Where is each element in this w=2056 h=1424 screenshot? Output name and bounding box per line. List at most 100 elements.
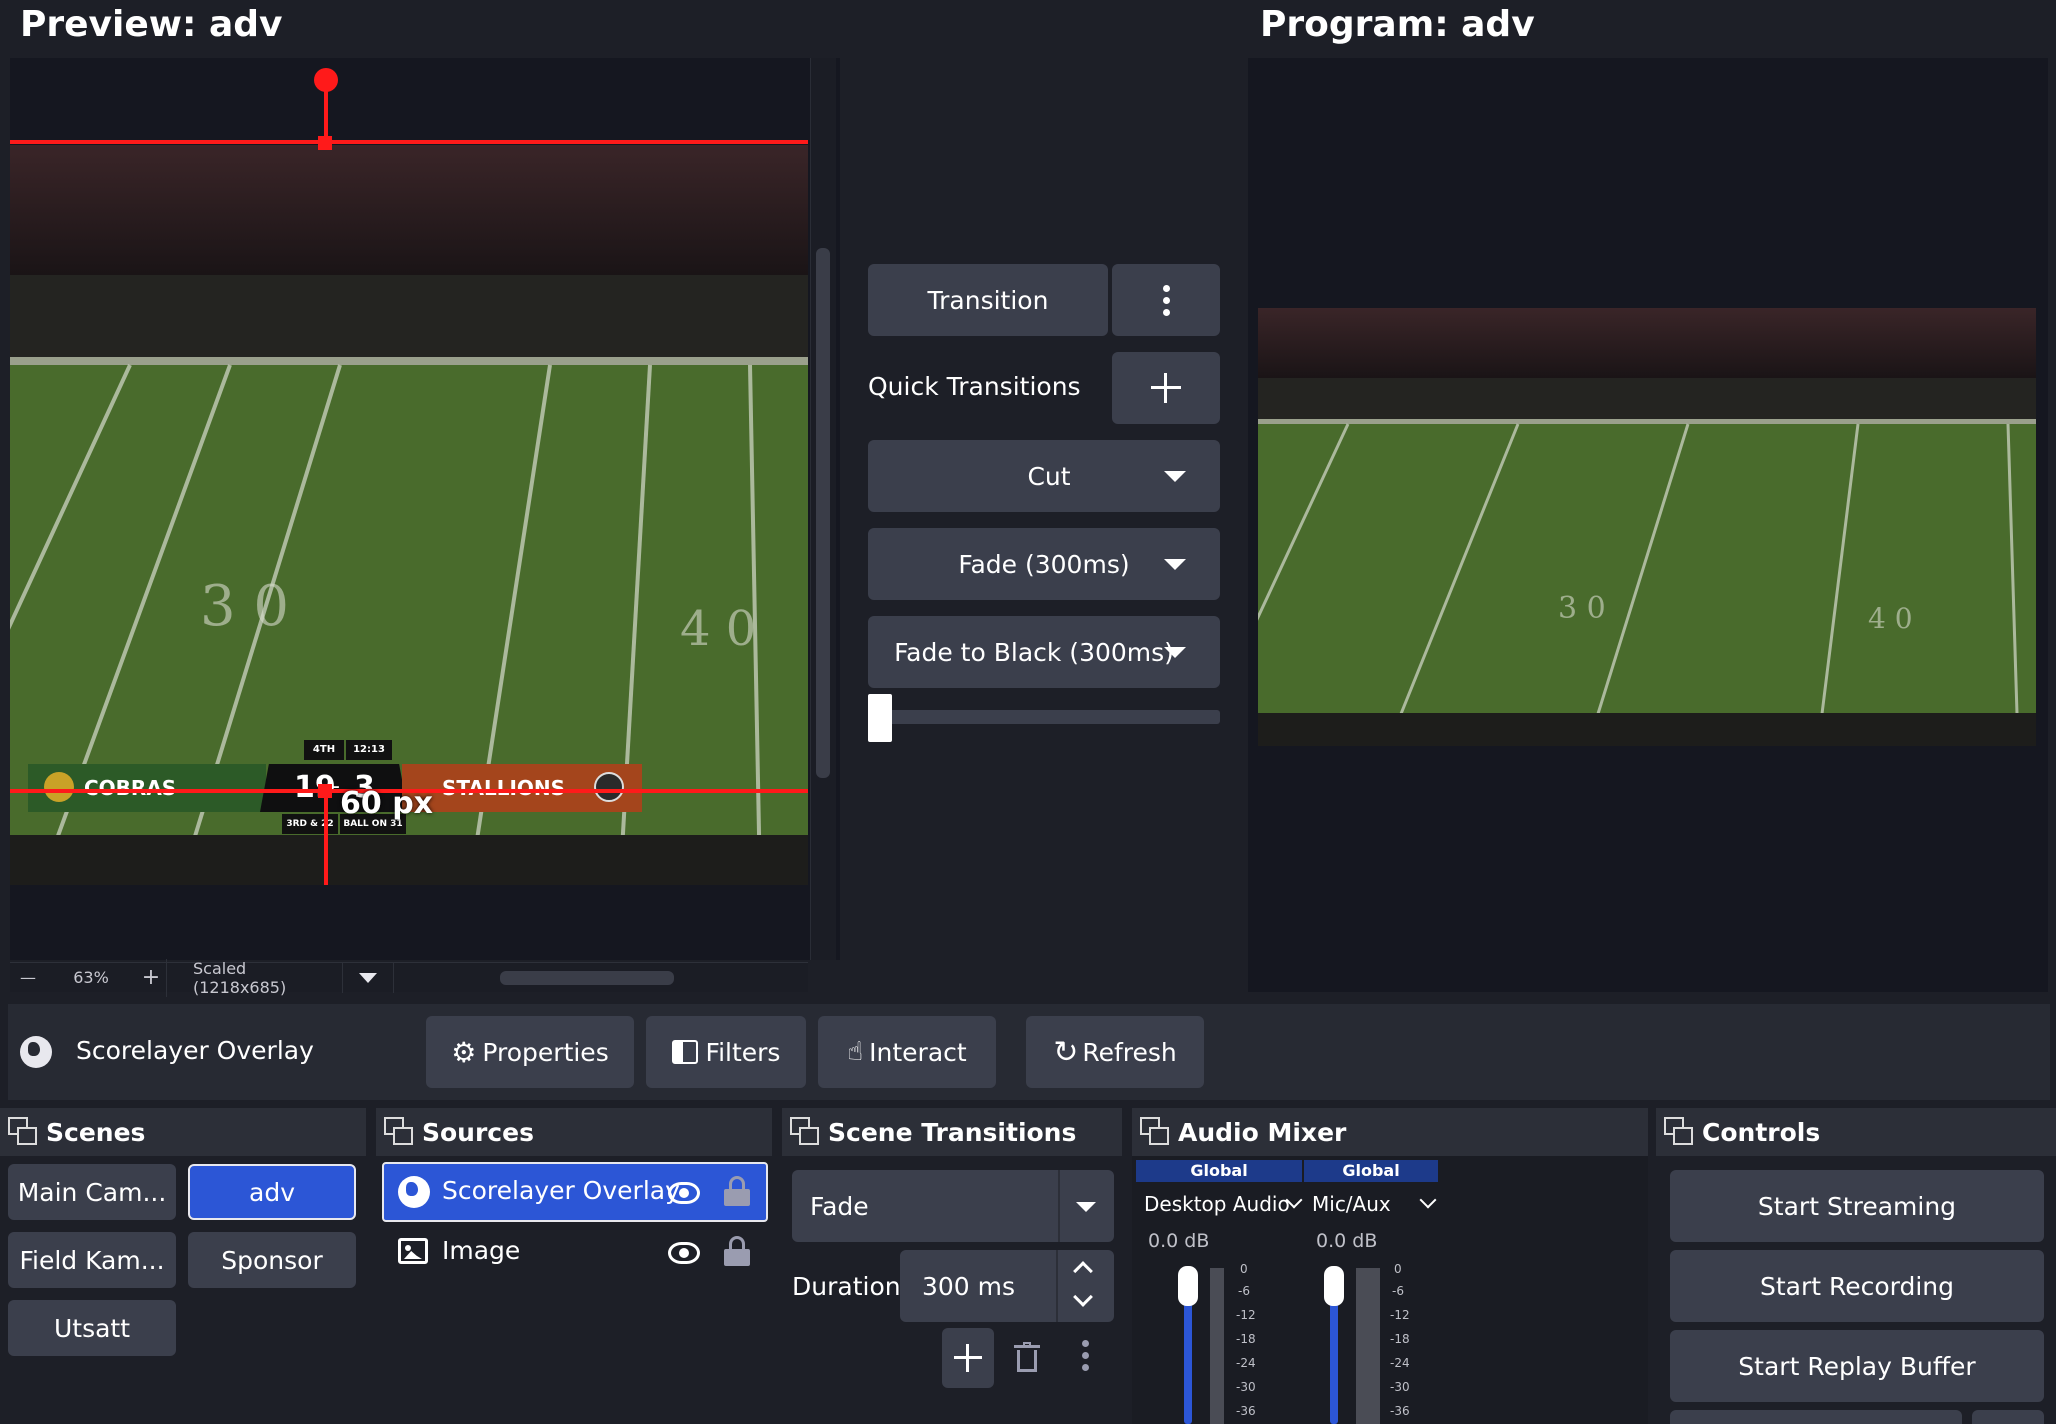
quick-transition-cut[interactable]: Cut	[868, 440, 1220, 512]
quick-transition-label: Fade (300ms)	[958, 549, 1130, 579]
meter-tick: -12	[1236, 1308, 1256, 1322]
scene-item-field-kam[interactable]: Field Kam...	[8, 1232, 176, 1288]
distance-label: 60 px	[340, 786, 434, 821]
bottom-guide-stem	[324, 791, 328, 885]
start-streaming-button[interactable]: Start Streaming	[1670, 1170, 2044, 1242]
zoom-out-button[interactable]: —	[10, 968, 46, 987]
lock-icon[interactable]	[724, 1176, 750, 1206]
transition-type-select[interactable]: Fade	[792, 1170, 1114, 1242]
meter-scale: 0 -6 -12 -18 -24 -30 -36	[1232, 1262, 1262, 1422]
preview-vertical-scroll-thumb[interactable]	[816, 248, 830, 778]
program-canvas: 3 0 4 0	[1248, 58, 2048, 992]
meter-tick: -18	[1390, 1332, 1410, 1346]
score-dash: -	[332, 774, 340, 799]
meter-tick: -36	[1236, 1404, 1256, 1418]
scene-label: Utsatt	[53, 1313, 131, 1343]
audio-channel-name: Desktop Audio	[1144, 1192, 1290, 1216]
duration-spinbox[interactable]: 300 ms	[900, 1250, 1114, 1322]
preview-canvas[interactable]: 3 0 4 0 4TH 12:13 COBRAS 19 - 3 STALLION…	[10, 58, 840, 960]
visibility-eye-icon[interactable]	[668, 1242, 700, 1264]
scene-item-main-cam[interactable]: Main Cam...	[8, 1164, 176, 1220]
program-field-image: 3 0 4 0	[1258, 308, 2036, 746]
plus-icon	[954, 1344, 982, 1372]
scale-mode-dropdown[interactable]	[342, 962, 394, 993]
virtual-camera-button[interactable]	[1670, 1410, 1962, 1424]
start-recording-button[interactable]: Start Recording	[1670, 1250, 2044, 1322]
preview-title: Preview: adv	[20, 4, 283, 45]
svg-text:4 0: 4 0	[1868, 602, 1913, 635]
hand-pointer-icon: ☝	[847, 1037, 864, 1067]
source-item-image[interactable]	[382, 1222, 768, 1282]
quick-transition-fade-to-black[interactable]: Fade to Black (300ms)	[868, 616, 1220, 688]
scale-mode-label: Scaled (1218x685)	[166, 958, 342, 997]
scene-label: Sponsor	[221, 1245, 323, 1275]
level-meter	[1210, 1268, 1224, 1424]
virtual-camera-settings-button[interactable]	[1972, 1410, 2044, 1424]
meter-tick: -12	[1390, 1308, 1410, 1322]
interact-button[interactable]: ☝ Interact	[818, 1016, 996, 1088]
meter-tick: -24	[1236, 1356, 1256, 1370]
meter-tick: -6	[1392, 1284, 1404, 1298]
visibility-eye-icon[interactable]	[668, 1182, 700, 1204]
add-quick-transition-button[interactable]	[1112, 352, 1220, 424]
source-globe-icon	[20, 1036, 52, 1068]
audio-channel-db: 0.0 dB	[1148, 1230, 1210, 1252]
dock-icon	[8, 1117, 38, 1147]
add-transition-button[interactable]	[942, 1328, 994, 1388]
interact-label: Interact	[869, 1037, 967, 1067]
audio-channel-badge: Global	[1304, 1160, 1438, 1182]
lock-icon[interactable]	[724, 1236, 750, 1266]
duration-value: 300 ms	[922, 1271, 1016, 1301]
scenes-title: Scenes	[46, 1117, 146, 1147]
transition-tbar[interactable]	[868, 710, 1220, 724]
top-crop-guide[interactable]	[10, 140, 808, 144]
home-team-logo	[44, 772, 74, 802]
preview-zoom-bar: — 63% + Scaled (1218x685)	[10, 958, 808, 997]
source-label: Scorelayer Overlay	[442, 1176, 680, 1205]
preview-horizontal-scroll-thumb[interactable]	[500, 970, 674, 985]
chevron-up-icon[interactable]	[1073, 1261, 1093, 1281]
quick-transition-fade[interactable]: Fade (300ms)	[868, 528, 1220, 600]
transition-type-value: Fade	[810, 1191, 869, 1221]
meter-tick: -24	[1390, 1356, 1410, 1370]
sources-dock-header: Sources	[376, 1108, 772, 1156]
dropdown-arrow-icon	[1164, 559, 1186, 570]
filters-icon	[671, 1040, 698, 1064]
audio-mixer-title: Audio Mixer	[1178, 1117, 1347, 1147]
sources-title: Sources	[422, 1117, 534, 1147]
scoreboard-period: 4TH	[304, 740, 344, 760]
toolbar-source-name: Scorelayer Overlay	[76, 1036, 314, 1065]
scoreboard-clock: 12:13	[346, 740, 392, 760]
dock-icon	[1140, 1117, 1170, 1147]
volume-fader-handle[interactable]	[1178, 1266, 1198, 1306]
scene-item-adv[interactable]: adv	[188, 1164, 356, 1220]
more-vertical-icon[interactable]	[1082, 1340, 1089, 1371]
trash-icon[interactable]	[1014, 1342, 1040, 1372]
duration-label: Duration	[792, 1272, 901, 1301]
volume-fader-handle[interactable]	[1324, 1266, 1344, 1306]
top-resize-handle[interactable]	[318, 136, 332, 150]
chevron-down-icon[interactable]	[1073, 1287, 1093, 1307]
plus-icon	[1151, 373, 1181, 403]
start-replay-buffer-button[interactable]: Start Replay Buffer	[1670, 1330, 2044, 1402]
quick-transition-label: Fade to Black (300ms)	[894, 637, 1174, 667]
properties-button[interactable]: ⚙ Properties	[426, 1016, 634, 1088]
meter-tick: 0	[1394, 1262, 1402, 1276]
transition-button[interactable]: Transition	[868, 264, 1108, 336]
away-team-logo	[594, 772, 624, 802]
transition-menu-button[interactable]	[1112, 264, 1220, 336]
scoreboard-down: 3RD & 22	[282, 814, 338, 834]
meter-scale: 0 -6 -12 -18 -24 -30 -36	[1386, 1262, 1416, 1422]
meter-tick: -30	[1390, 1380, 1410, 1394]
dock-icon	[1664, 1117, 1694, 1147]
filters-button[interactable]: Filters	[646, 1016, 806, 1088]
transition-tbar-handle[interactable]	[868, 694, 892, 742]
scene-item-sponsor[interactable]: Sponsor	[188, 1232, 356, 1288]
audio-mixer-dock-header: Audio Mixer	[1132, 1108, 1648, 1156]
rotate-handle[interactable]	[314, 68, 338, 92]
quick-transition-label: Cut	[1027, 461, 1071, 491]
zoom-level: 63%	[73, 968, 109, 987]
zoom-in-button[interactable]: +	[136, 965, 166, 990]
refresh-button[interactable]: ↻ Refresh	[1026, 1016, 1204, 1088]
scene-item-utsatt[interactable]: Utsatt	[8, 1300, 176, 1356]
